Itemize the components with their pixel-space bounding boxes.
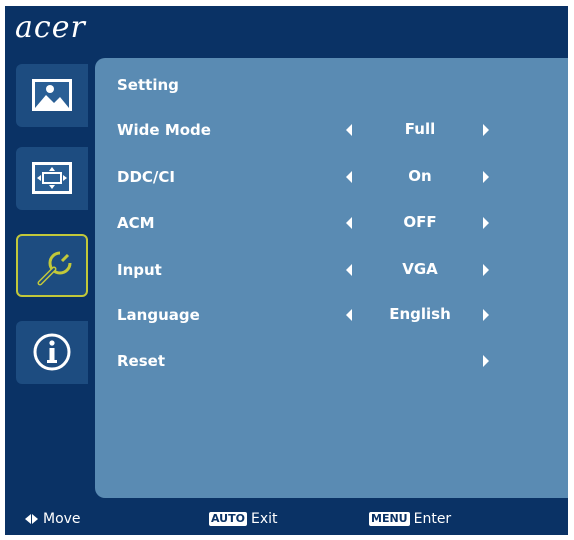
row-label: Wide Mode: [117, 121, 211, 139]
row-label: Language: [117, 306, 200, 324]
enter-label: Enter: [413, 511, 452, 527]
position-icon: [32, 162, 72, 194]
acer-logo: acer: [15, 10, 86, 45]
setting-row-input[interactable]: Input VGA: [95, 255, 568, 285]
setting-row-acm[interactable]: ACM OFF: [95, 208, 568, 238]
setting-row-reset[interactable]: Reset: [95, 346, 568, 376]
exit-hint: AUTO Exit: [209, 511, 277, 527]
setting-row-wide-mode[interactable]: Wide Mode Full: [95, 115, 568, 145]
right-arrow-icon[interactable]: [483, 171, 489, 183]
tab-setting[interactable]: [16, 234, 88, 297]
right-arrow-icon[interactable]: [483, 355, 489, 367]
row-value: VGA: [402, 260, 438, 278]
osd-menu: acer Setting Wide Mode Full DDC/CI On AC…: [5, 6, 568, 535]
left-arrow-icon[interactable]: [346, 309, 352, 321]
setting-row-language[interactable]: Language English: [95, 300, 568, 330]
move-label: Move: [43, 511, 81, 527]
tab-position[interactable]: [16, 147, 88, 210]
move-hint: Move: [25, 511, 81, 527]
enter-hint: MENU Enter: [369, 511, 451, 527]
right-arrow-icon[interactable]: [483, 217, 489, 229]
left-arrow-icon[interactable]: [346, 171, 352, 183]
footer-hints: Move AUTO Exit MENU Enter: [5, 506, 568, 535]
picture-icon: [32, 79, 72, 111]
right-arrow-icon[interactable]: [483, 309, 489, 321]
setting-wrench-icon: [37, 251, 72, 286]
information-icon: [33, 333, 71, 371]
tab-picture[interactable]: [16, 64, 88, 127]
panel-title: Setting: [117, 76, 179, 94]
auto-key: AUTO: [209, 512, 247, 526]
left-arrow-icon[interactable]: [346, 217, 352, 229]
row-value: Full: [404, 120, 436, 138]
row-label: Input: [117, 261, 162, 279]
row-label: Reset: [117, 352, 165, 370]
left-triangle-icon: [25, 514, 31, 524]
right-triangle-icon: [32, 514, 38, 524]
row-value: On: [408, 167, 432, 185]
menu-key: MENU: [369, 512, 410, 526]
row-label: ACM: [117, 214, 155, 232]
row-label: DDC/CI: [117, 168, 175, 186]
setting-row-ddc-ci[interactable]: DDC/CI On: [95, 162, 568, 192]
settings-panel: Setting Wide Mode Full DDC/CI On ACM OFF…: [95, 58, 568, 498]
left-arrow-icon[interactable]: [346, 264, 352, 276]
exit-label: Exit: [250, 511, 278, 527]
left-arrow-icon[interactable]: [346, 124, 352, 136]
right-arrow-icon[interactable]: [483, 264, 489, 276]
row-value: English: [389, 305, 451, 323]
tab-information[interactable]: [16, 321, 88, 384]
right-arrow-icon[interactable]: [483, 124, 489, 136]
row-value: OFF: [403, 213, 437, 231]
